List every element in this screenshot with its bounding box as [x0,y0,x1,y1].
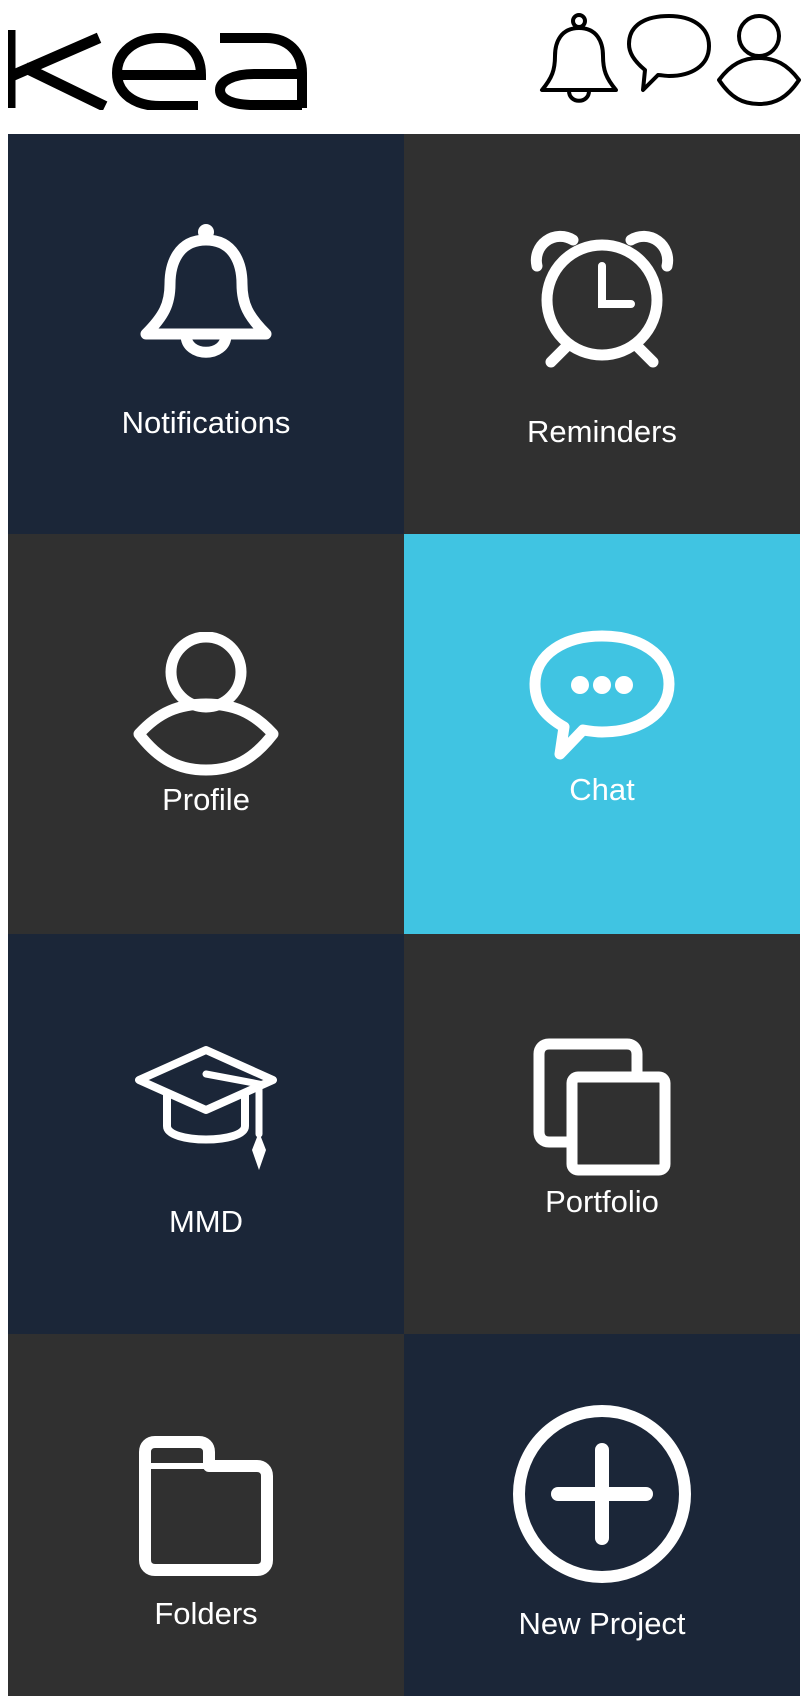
tile-reminders[interactable]: Reminders [404,134,800,534]
tile-label: New Project [518,1606,686,1641]
bell-icon [140,224,272,358]
header-chat-button[interactable] [624,10,714,110]
tile-label: Profile [162,782,250,817]
tile-folders[interactable]: Folders [8,1334,404,1696]
tile-label: MMD [168,1204,244,1239]
tile-chat[interactable]: Chat [404,534,800,934]
tile-label: Reminders [527,414,677,449]
tile-label: Chat [569,772,635,807]
user-icon [133,632,279,776]
overlapping-squares-icon [533,1038,671,1176]
tile-notifications[interactable]: Notifications [8,134,404,534]
folder-icon [139,1436,273,1576]
tile-mmd[interactable]: MMD [8,934,404,1334]
bell-icon [540,13,618,103]
tile-grid: Notifications Reminders Profile Chat MMD… [8,134,800,1696]
app-root: Notifications Reminders Profile Chat MMD… [0,0,804,1696]
chat-bubble-icon [529,630,675,760]
header [0,0,804,134]
tile-label: Folders [154,1596,258,1631]
tile-portfolio[interactable]: Portfolio [404,934,800,1334]
user-icon [717,14,801,106]
tile-label: Notifications [121,405,291,440]
header-icons [534,10,804,110]
graduation-cap-icon [135,1046,277,1170]
tile-profile[interactable]: Profile [8,534,404,934]
plus-circle-icon [513,1405,691,1583]
tile-label: Portfolio [545,1184,659,1219]
kea-logo[interactable] [8,28,310,110]
header-profile-button[interactable] [714,10,804,110]
tile-new-project[interactable]: New Project [404,1334,800,1696]
header-notifications-button[interactable] [534,10,624,110]
chat-bubble-icon [627,14,711,92]
alarm-clock-icon [530,230,674,368]
